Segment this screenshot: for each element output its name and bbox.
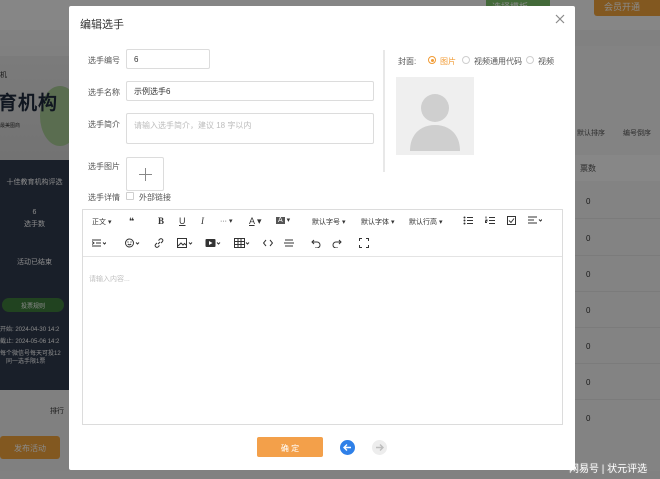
cover-video-code-radio[interactable] [462, 56, 470, 64]
arrow-right-icon [376, 444, 384, 451]
avatar-icon [410, 94, 460, 151]
todo-list-icon[interactable] [507, 216, 517, 225]
line-height-dropdown[interactable]: 默认行高 ▾ [409, 217, 442, 227]
cover-video-option[interactable]: 视频 [538, 56, 554, 67]
video-icon[interactable] [205, 238, 221, 248]
numbered-list-icon[interactable] [485, 216, 495, 225]
editor-toolbar: 正文 ▾ ❝ B U I ··· ▾ A ▾ A ▾ 默认字号 ▾ 默认字体 ▾… [83, 210, 562, 257]
image-label: 选手图片 [88, 162, 120, 171]
arrow-left-icon [343, 444, 351, 451]
external-link-checkbox[interactable] [126, 192, 134, 200]
rich-text-editor: 正文 ▾ ❝ B U I ··· ▾ A ▾ A ▾ 默认字号 ▾ 默认字体 ▾… [82, 209, 563, 425]
intro-textarea[interactable] [126, 113, 374, 144]
cover-video-code-option[interactable]: 视频通用代码 [474, 56, 522, 67]
image-upload-button[interactable] [126, 157, 164, 191]
underline-icon[interactable]: U [179, 216, 186, 226]
redo-icon[interactable] [332, 238, 342, 248]
number-label: 选手编号 [88, 56, 120, 65]
previous-contestant-button[interactable] [340, 440, 355, 455]
detail-label: 选手详情 [88, 193, 120, 202]
cover-label: 封面: [398, 57, 417, 66]
bullet-list-icon[interactable] [463, 216, 473, 225]
image-icon[interactable] [177, 238, 193, 248]
section-divider [383, 50, 385, 172]
intro-label: 选手简介 [88, 120, 120, 129]
emoji-icon[interactable] [125, 238, 140, 248]
dialog-title: 编辑选手 [80, 19, 124, 31]
next-contestant-button[interactable] [372, 440, 387, 455]
edit-contestant-dialog: 编辑选手 选手编号 选手名称 选手简介 选手图片 选手详情 外部链接 封面: 图… [69, 6, 575, 470]
divider-line-icon[interactable] [284, 238, 294, 248]
bold-icon[interactable]: B [158, 216, 164, 226]
quote-icon[interactable]: ❝ [129, 216, 134, 227]
plus-icon-stem [145, 168, 146, 181]
editor-content-area[interactable]: 请输入内容... [89, 274, 130, 284]
fullscreen-icon[interactable] [359, 238, 369, 248]
external-link-label: 外部链接 [139, 193, 171, 202]
name-input[interactable] [126, 81, 374, 101]
paragraph-format-dropdown[interactable]: 正文 ▾ [92, 217, 111, 227]
name-label: 选手名称 [88, 88, 120, 97]
align-icon[interactable] [528, 216, 542, 225]
cover-video-radio[interactable] [526, 56, 534, 64]
background-color-icon[interactable]: A ▾ [276, 216, 290, 224]
italic-icon[interactable]: I [201, 216, 204, 226]
undo-icon[interactable] [311, 238, 321, 248]
cover-image-radio[interactable] [428, 56, 436, 64]
watermark: 网易号 | 状元评选 [569, 464, 648, 475]
font-color-icon[interactable]: A ▾ [249, 216, 262, 227]
cover-image-option[interactable]: 图片 [440, 56, 456, 67]
close-icon[interactable] [554, 12, 566, 26]
indent-icon[interactable] [92, 239, 106, 248]
number-input[interactable] [126, 49, 210, 69]
table-icon[interactable] [234, 238, 250, 248]
more-formatting-icon[interactable]: ··· ▾ [220, 217, 232, 225]
confirm-button[interactable]: 确 定 [257, 437, 323, 457]
cover-image-placeholder[interactable] [396, 77, 474, 155]
link-icon[interactable] [154, 238, 164, 248]
font-family-dropdown[interactable]: 默认字体 ▾ [361, 217, 394, 227]
code-icon[interactable] [263, 238, 273, 248]
font-size-dropdown[interactable]: 默认字号 ▾ [312, 217, 345, 227]
